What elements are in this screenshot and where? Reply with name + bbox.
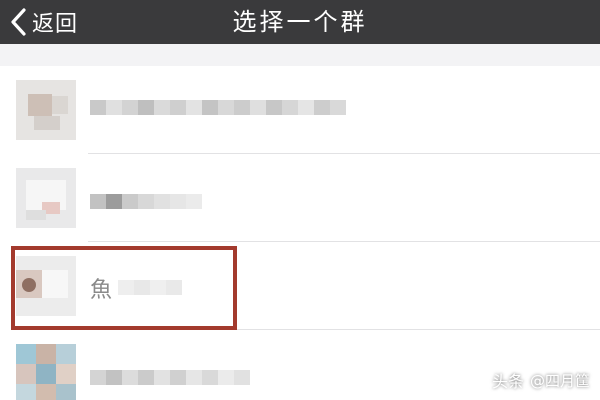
watermark-author: @四月筐 <box>529 371 590 390</box>
watermark: 头条 @四月筐 <box>492 368 590 392</box>
list-top-gap <box>0 44 600 66</box>
highlight-annotation-box <box>11 246 237 330</box>
group-name-blurred <box>90 100 346 115</box>
title-bar: 返回 选择一个群 <box>0 0 600 44</box>
group-name-blurred <box>90 194 202 209</box>
group-picker-screen: 返回 选择一个群 魚 头条 @四月筐 <box>0 0 600 400</box>
group-name-blurred <box>90 370 250 385</box>
group-avatar <box>16 344 76 400</box>
group-row[interactable] <box>0 66 600 154</box>
group-avatar <box>16 80 76 140</box>
watermark-platform: 头条 <box>491 372 524 391</box>
page-title: 选择一个群 <box>232 8 368 36</box>
group-row[interactable] <box>0 154 600 242</box>
group-avatar <box>16 168 76 228</box>
group-list: 魚 <box>0 44 600 400</box>
